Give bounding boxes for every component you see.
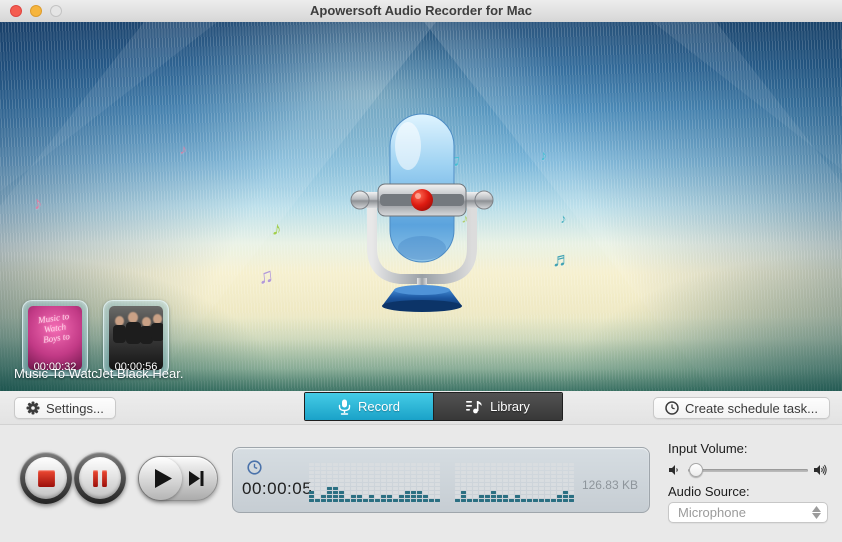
microphone-icon bbox=[350, 113, 494, 312]
music-note-icon: ♪ bbox=[31, 192, 44, 214]
volume-low-icon bbox=[669, 465, 678, 475]
play-button[interactable] bbox=[139, 457, 182, 500]
create-schedule-task-button[interactable]: Create schedule task... bbox=[653, 397, 830, 419]
settings-button[interactable]: Settings... bbox=[14, 397, 116, 419]
light-beam bbox=[564, 22, 842, 391]
tab-record[interactable]: Record bbox=[305, 393, 433, 420]
control-panel: 00:00:05 126.83 KB Input Volume: Audio S… bbox=[0, 425, 842, 542]
window-title: Apowersoft Audio Recorder for Mac bbox=[310, 3, 532, 18]
volume-high-icon bbox=[814, 464, 827, 476]
pause-button[interactable] bbox=[74, 452, 126, 504]
hero-stage: ♪♪♪♫♫♪♪♪♬♪ bbox=[0, 22, 842, 391]
stop-button[interactable] bbox=[20, 452, 72, 504]
input-volume-slider bbox=[668, 462, 828, 478]
input-volume-label: Input Volume: bbox=[668, 441, 748, 456]
album-art-text: Music to Watch Boys to bbox=[37, 310, 71, 345]
tab-library[interactable]: Library bbox=[433, 393, 562, 420]
schedule-label: Create schedule task... bbox=[685, 400, 818, 416]
app-window: Apowersoft Audio Recorder for Mac ♪♪♪♫♫♪… bbox=[0, 0, 842, 542]
skip-forward-icon bbox=[189, 471, 200, 486]
volume-track[interactable] bbox=[688, 469, 808, 472]
file-size: 126.83 KB bbox=[581, 478, 638, 492]
recorder-display: 00:00:05 126.83 KB bbox=[232, 447, 650, 513]
music-note-icon: ♪ bbox=[178, 140, 189, 158]
audio-source-label: Audio Source: bbox=[668, 484, 750, 499]
toolbar: Settings... Record Library Create schedu… bbox=[0, 391, 842, 425]
volume-knob[interactable] bbox=[689, 463, 704, 477]
settings-label: Settings... bbox=[46, 400, 104, 416]
audio-source-dropdown[interactable]: Microphone bbox=[668, 502, 828, 523]
microphone-tab-icon bbox=[338, 399, 351, 415]
music-note-icon: ♪ bbox=[270, 218, 283, 241]
timer-clock-icon bbox=[247, 460, 262, 475]
microphone-illustration bbox=[350, 108, 494, 313]
audio-source-value: Microphone bbox=[678, 505, 746, 520]
clock-icon bbox=[665, 401, 679, 415]
library-tab-icon bbox=[466, 401, 482, 414]
stop-icon bbox=[37, 469, 55, 487]
gear-icon bbox=[26, 401, 40, 415]
tab-record-label: Record bbox=[358, 399, 400, 414]
waveform-display bbox=[309, 462, 575, 502]
music-note-icon: ♪ bbox=[538, 146, 549, 164]
dropdown-stepper-icon bbox=[807, 506, 827, 519]
pause-icon bbox=[93, 469, 107, 487]
recording-title: Jet Black Hear. bbox=[96, 366, 184, 381]
play-skip-control bbox=[138, 456, 218, 501]
elapsed-time: 00:00:05 bbox=[242, 479, 313, 498]
music-note-icon: ♬ bbox=[552, 249, 572, 271]
recording-title: Music To Watc bbox=[14, 366, 98, 381]
recording-thumbnail-2[interactable]: 00:00:56 bbox=[103, 300, 169, 376]
tab-library-label: Library bbox=[490, 399, 530, 414]
recording-thumbnail-1[interactable]: Music to Watch Boys to 00:00:32 bbox=[22, 300, 88, 376]
music-note-icon: ♫ bbox=[256, 264, 275, 289]
music-note-icon: ♪ bbox=[559, 210, 568, 227]
titlebar: Apowersoft Audio Recorder for Mac bbox=[0, 0, 842, 23]
tab-group: Record Library bbox=[304, 392, 563, 421]
